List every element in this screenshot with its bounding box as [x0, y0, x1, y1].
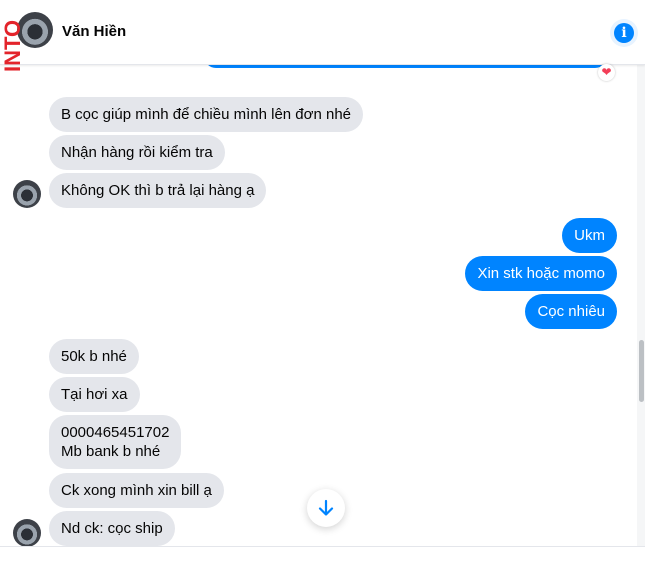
conversation-header: Văn Hiền i — [0, 0, 645, 65]
incoming-message[interactable]: Ck xong mình xin bill ạ — [49, 473, 224, 508]
sender-avatar[interactable] — [13, 519, 41, 547]
message-text: 50k b nhé — [61, 348, 127, 365]
scrollbar-thumb[interactable] — [639, 340, 644, 402]
brand-logo: INTO — [0, 20, 25, 72]
info-icon: i — [614, 23, 634, 43]
scroll-to-bottom-button[interactable] — [307, 489, 345, 527]
incoming-message[interactable]: Nhận hàng rồi kiểm tra — [49, 135, 225, 170]
heart-icon[interactable]: ❤ — [598, 64, 615, 81]
message-text: Ukm — [574, 227, 605, 244]
incoming-message[interactable]: B cọc giúp mình để chiều mình lên đơn nh… — [49, 97, 364, 132]
message-text: Nd ck: cọc ship — [61, 520, 163, 537]
arrow-down-icon — [318, 499, 334, 516]
message-text: Không OK thì b trả lại hàng ạ — [61, 182, 255, 199]
incoming-message[interactable]: 50k b nhé — [49, 339, 139, 374]
incoming-message[interactable]: 0000465451702 Mb bank b nhé — [49, 415, 182, 469]
message-text: Nhận hàng rồi kiểm tra — [61, 144, 213, 161]
contact-name[interactable]: Văn Hiền — [62, 23, 126, 40]
conversation-info-button[interactable]: i — [610, 19, 638, 47]
outgoing-message[interactable]: Ukm — [562, 218, 617, 253]
incoming-message[interactable]: Nd ck: cọc ship — [49, 511, 175, 546]
message-text: Cọc nhiêu — [537, 303, 605, 320]
message-text: Ck xong mình xin bill ạ — [61, 482, 212, 499]
message-text: B cọc giúp mình để chiều mình lên đơn nh… — [61, 106, 352, 123]
message-text: Xin stk hoặc momo — [477, 265, 605, 282]
outgoing-message[interactable]: Xin stk hoặc momo — [465, 256, 617, 291]
message-text-line: Mb bank b nhé — [61, 443, 161, 460]
outgoing-message[interactable]: Cọc nhiêu — [525, 294, 617, 329]
brand-text: INTO — [0, 20, 25, 72]
message-text: Tại hơi xa — [61, 386, 128, 403]
composer-area — [0, 546, 645, 564]
scrollbar-track[interactable] — [637, 64, 645, 546]
sender-avatar[interactable] — [13, 180, 41, 208]
incoming-message[interactable]: Không OK thì b trả lại hàng ạ — [49, 173, 267, 208]
incoming-message[interactable]: Tại hơi xa — [49, 377, 140, 412]
message-text-line: 0000465451702 — [61, 424, 170, 441]
